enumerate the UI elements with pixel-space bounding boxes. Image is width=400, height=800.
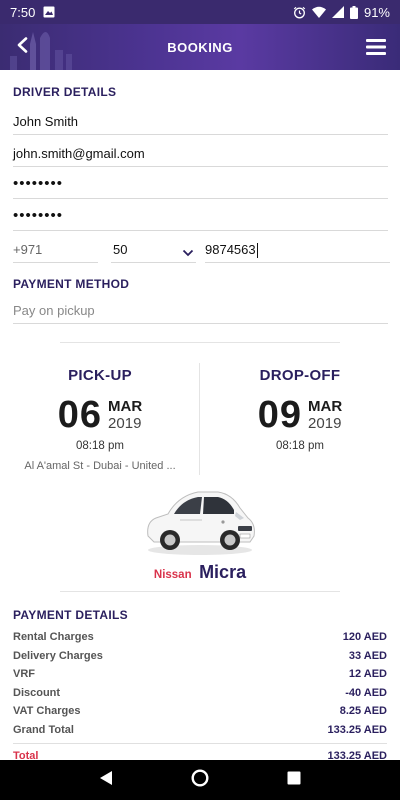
payment-method-field[interactable]: Pay on pickup	[13, 300, 388, 324]
menu-button[interactable]	[364, 35, 388, 59]
payment-row-amount: 8.25 AED	[339, 705, 387, 717]
pickup-day: 06	[57, 394, 103, 436]
payment-row-grand-total: Grand Total 133.25 AED	[13, 724, 387, 736]
dropoff-label: DROP-OFF	[259, 367, 341, 384]
payment-row-amount: 33 AED	[348, 650, 387, 662]
chevron-left-icon	[16, 36, 28, 58]
car-model: Micra	[199, 562, 247, 582]
dropoff-day: 09	[257, 394, 303, 436]
payment-row-amount: 133.25 AED	[327, 724, 387, 736]
dropoff-month: MAR	[308, 397, 343, 415]
phone-prefix-select[interactable]: 50	[111, 239, 196, 263]
battery-icon	[349, 5, 358, 19]
image-notification-icon	[43, 6, 55, 18]
payment-row-label: VRF	[13, 668, 35, 680]
payment-row-label: Delivery Charges	[13, 650, 103, 662]
car-name: Nissan Micra	[0, 562, 400, 583]
back-button[interactable]	[8, 33, 36, 61]
battery-percent: 91%	[363, 4, 390, 20]
payment-row-label: Grand Total	[13, 724, 74, 736]
phone-prefix-value: 50	[113, 242, 128, 257]
alarm-icon	[293, 6, 306, 19]
payment-row-amount: 12 AED	[348, 668, 387, 680]
payment-row-label: VAT Charges	[13, 705, 81, 717]
phone-number-value: 9874563	[205, 242, 256, 257]
total-amount: 133.25 AED	[327, 750, 387, 760]
email-field[interactable]: john.smith@gmail.com	[13, 143, 388, 167]
payment-method-title: PAYMENT METHOD	[13, 277, 130, 291]
divider	[60, 342, 340, 343]
password-field[interactable]: ••••••••	[13, 175, 388, 199]
pickup-block[interactable]: PICK-UP 06 MAR 2019 08:18 pm Al A'amal S…	[0, 367, 200, 472]
dropoff-year: 2019	[308, 414, 342, 432]
total-label: Total	[13, 750, 39, 760]
pickup-year: 2019	[108, 414, 142, 432]
system-navigation-bar	[0, 760, 400, 800]
signal-icon	[331, 6, 344, 18]
pickup-address: Al A'amal St - Dubai - United ...	[24, 460, 176, 472]
recents-nav-button[interactable]	[287, 771, 301, 790]
divider	[60, 591, 340, 592]
booking-form: DRIVER DETAILS John Smith john.smith@gma…	[0, 70, 400, 760]
payment-row-vrf: VRF 12 AED	[13, 668, 387, 680]
divider	[13, 743, 387, 744]
payment-row-discount: Discount -40 AED	[13, 687, 387, 699]
dropoff-time: 08:18 pm	[276, 440, 324, 452]
payment-row-amount: -40 AED	[345, 687, 387, 699]
payment-row-label: Rental Charges	[13, 631, 94, 643]
chevron-down-icon	[182, 243, 194, 265]
back-nav-button[interactable]	[99, 770, 113, 791]
text-cursor	[256, 243, 258, 259]
confirm-password-field[interactable]: ••••••••	[13, 207, 388, 231]
hamburger-menu-icon	[364, 39, 388, 63]
car-image	[147, 491, 255, 555]
payment-row-vat: VAT Charges 8.25 AED	[13, 705, 387, 717]
phone-number-field[interactable]: 9874563	[205, 239, 390, 263]
dropoff-block[interactable]: DROP-OFF 09 MAR 2019 08:18 pm	[200, 367, 400, 452]
status-time: 7:50	[10, 4, 36, 20]
pickup-time: 08:18 pm	[76, 440, 124, 452]
payment-row-label: Discount	[13, 687, 61, 699]
name-field[interactable]: John Smith	[13, 111, 388, 135]
page-title: BOOKING	[167, 39, 233, 55]
payment-details-title: PAYMENT DETAILS	[13, 608, 128, 622]
status-bar: 7:50 91%	[0, 0, 400, 24]
payment-row-rental: Rental Charges 120 AED	[13, 631, 387, 643]
pickup-month: MAR	[108, 397, 143, 415]
pickup-label: PICK-UP	[68, 367, 132, 384]
payment-row-amount: 120 AED	[342, 631, 387, 643]
app-bar: BOOKING	[0, 24, 400, 70]
wifi-icon	[311, 6, 326, 18]
phone-country-code-field[interactable]: +971	[13, 239, 98, 263]
driver-details-title: DRIVER DETAILS	[13, 85, 117, 99]
car-make: Nissan	[153, 569, 192, 581]
payment-row-delivery: Delivery Charges 33 AED	[13, 650, 387, 662]
payment-row-total: Total 133.25 AED	[13, 750, 387, 760]
home-nav-button[interactable]	[191, 768, 209, 792]
